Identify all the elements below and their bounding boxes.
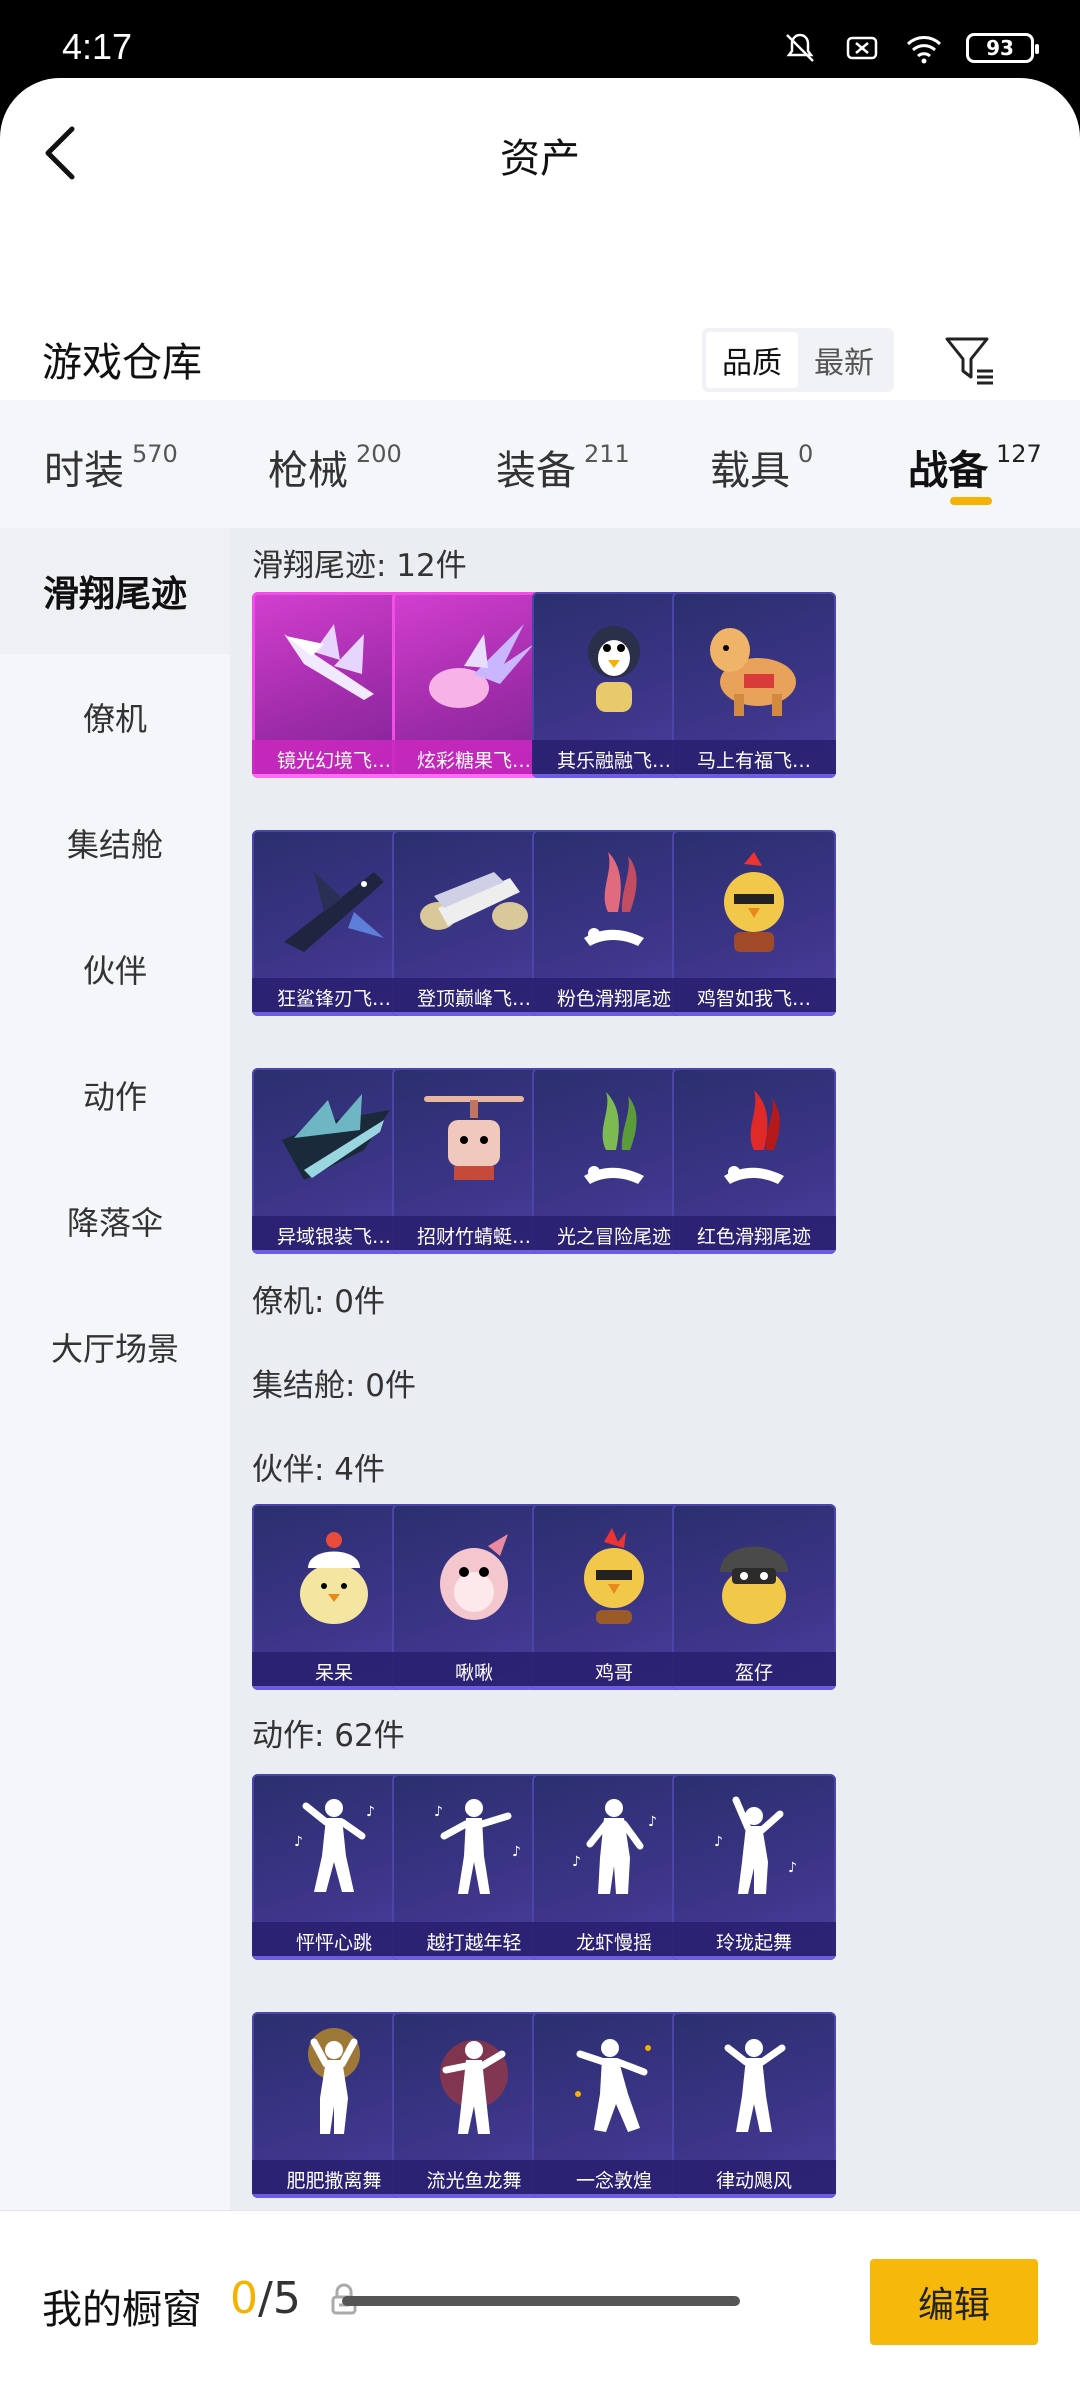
page-title: 资产 <box>500 136 580 182</box>
svg-text:♪: ♪ <box>648 1814 657 1830</box>
sort-newest-button[interactable]: 最新 <box>798 332 890 388</box>
tab-firearms[interactable]: 枪械 200 <box>268 438 402 496</box>
item-card[interactable]: ♪ ♪ 玲珑起舞 <box>672 1774 836 1960</box>
warehouse-title: 游戏仓库 <box>42 340 202 386</box>
dance-pose-icon: ♪♪ <box>434 1799 521 1894</box>
sidebar-item-actions[interactable]: 动作 <box>0 1032 230 1158</box>
status-bar: 4:17 93 <box>0 0 1080 80</box>
rooster-art-icon <box>584 1528 644 1624</box>
pink-smoke-icon <box>584 852 644 946</box>
sidebar-item-parachute[interactable]: 降落伞 <box>0 1158 230 1284</box>
category-tabs: 时装 570 枪械 200 装备 211 载具 0 战备 127 <box>0 400 1080 528</box>
item-card[interactable]: 律动飓风 <box>672 2012 836 2198</box>
svg-text:♪: ♪ <box>366 1804 375 1820</box>
tab-vehicles[interactable]: 载具 0 <box>710 438 813 496</box>
green-smoke-icon <box>584 1092 644 1184</box>
shark-art-icon <box>284 872 384 952</box>
dance-pose-icon <box>575 2039 651 2132</box>
header: 资产 <box>0 78 1080 228</box>
section-wingman-label: 僚机: 0件 <box>252 1284 386 1320</box>
svg-text:♪: ♪ <box>434 1804 443 1820</box>
chick-art-icon <box>300 1532 368 1624</box>
sort-toggle: 品质 最新 <box>702 328 894 392</box>
dance-pose-icon: ♪♪ <box>294 1799 375 1892</box>
wifi-icon <box>904 28 944 68</box>
battery-icon: 93 <box>966 33 1039 63</box>
item-grid: 滑翔尾迹: 12件 镜光幻境飞… 炫彩糖果飞… 其乐融融飞… 马上有福飞… 狂鲨… <box>230 528 1080 2288</box>
status-time: 4:17 <box>62 26 133 67</box>
dance-pose-icon: ♪♪ <box>714 1796 797 1894</box>
filter-button[interactable] <box>942 332 998 388</box>
active-tab-indicator <box>950 497 992 505</box>
svg-text:♪: ♪ <box>714 1834 723 1850</box>
item-card[interactable]: 红色滑翔尾迹 <box>672 1068 836 1254</box>
svg-text:♪: ♪ <box>572 1854 581 1870</box>
horse-art-icon <box>710 628 796 716</box>
sidebar-item-capsule[interactable]: 集结舱 <box>0 780 230 906</box>
tab-equipment[interactable]: 装备 211 <box>496 438 630 496</box>
svg-text:♪: ♪ <box>294 1834 303 1850</box>
assets-screen: 资产 游戏仓库 品质 最新 时装 570 枪械 200 装备 211 载具 0 战备 12… <box>0 78 1080 2400</box>
sort-quality-button[interactable]: 品质 <box>706 332 798 388</box>
sidebar: 滑翔尾迹 僚机 集结舱 伙伴 动作 降落伞 大厅场景 <box>0 528 230 2288</box>
filter-icon <box>945 337 993 385</box>
red-smoke-icon <box>724 1090 784 1184</box>
home-indicator[interactable] <box>342 2296 740 2306</box>
candy-wing-icon <box>429 624 534 708</box>
sidebar-item-partners[interactable]: 伙伴 <box>0 906 230 1032</box>
item-card[interactable]: 马上有福飞… <box>672 592 836 778</box>
dance-pose-icon <box>724 2039 786 2132</box>
bird-art-icon <box>440 1534 508 1620</box>
jet-wing-icon <box>420 872 528 930</box>
section-actions-label: 动作: 62件 <box>252 1718 405 1754</box>
silver-wing-icon <box>282 1094 390 1180</box>
sidebar-item-wingman[interactable]: 僚机 <box>0 654 230 780</box>
penguin-art-icon <box>588 626 640 712</box>
helmet-chick-icon <box>720 1546 788 1624</box>
item-card[interactable]: 鸡智如我飞… <box>672 830 836 1016</box>
svg-text:♪: ♪ <box>512 1844 521 1860</box>
showcase-label: 我的橱窗 <box>42 2287 202 2333</box>
tab-readiness[interactable]: 战备 127 <box>908 438 1042 496</box>
dance-fire-icon <box>440 2040 508 2134</box>
sidebar-item-lobby[interactable]: 大厅场景 <box>0 1284 230 1410</box>
sidebar-item-trails[interactable]: 滑翔尾迹 <box>0 528 230 654</box>
tab-fashion[interactable]: 时装 570 <box>44 438 178 496</box>
section-trails-label: 滑翔尾迹: 12件 <box>252 548 467 584</box>
wing-art-icon <box>284 624 374 700</box>
section-partners-label: 伙伴: 4件 <box>252 1452 386 1488</box>
copter-art-icon <box>424 1096 524 1180</box>
warehouse-header: 游戏仓库 品质 最新 <box>0 300 1080 416</box>
section-capsule-label: 集结舱: 0件 <box>252 1368 417 1404</box>
sim-off-icon <box>842 28 882 68</box>
showcase-count: 0/5 <box>230 2273 301 2324</box>
edit-button[interactable]: 编辑 <box>870 2259 1038 2345</box>
chicken-art-icon <box>724 852 784 952</box>
svg-text:♪: ♪ <box>788 1860 797 1876</box>
item-card[interactable]: 盔仔 <box>672 1504 836 1690</box>
dance-pose-icon: ♪♪ <box>572 1799 657 1894</box>
dance-glow-icon <box>308 2028 360 2134</box>
mute-icon <box>780 28 820 68</box>
